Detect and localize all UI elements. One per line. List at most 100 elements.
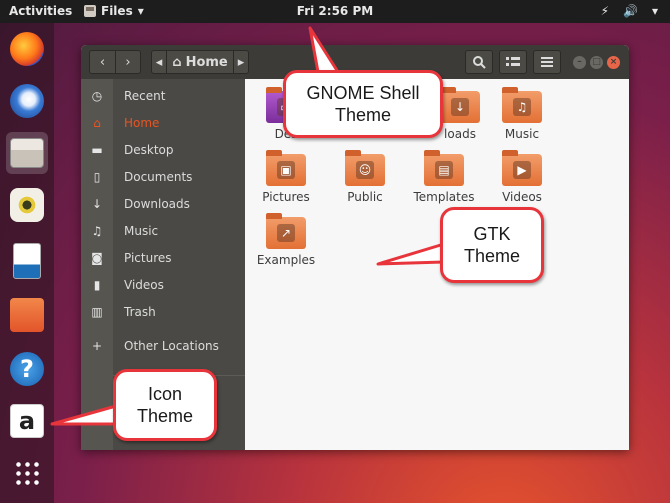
callout-text: Icon bbox=[147, 384, 183, 404]
sidebar-item-label: Trash bbox=[124, 305, 156, 319]
folder-icon: ↓ bbox=[440, 87, 480, 123]
software-launcher[interactable] bbox=[6, 294, 48, 336]
callout-text: Theme bbox=[136, 406, 194, 426]
clock-icon: ◷ bbox=[91, 89, 103, 103]
files-cabinet-icon bbox=[10, 138, 44, 168]
folder-icon: ▶ bbox=[502, 150, 542, 186]
view-toggle-button[interactable] bbox=[499, 50, 527, 74]
back-button[interactable]: ‹ bbox=[89, 50, 116, 74]
person-emblem-icon: ☺ bbox=[356, 161, 374, 179]
breadcrumb-scroll-right[interactable]: ▸ bbox=[233, 50, 249, 74]
sidebar-item-pictures[interactable]: ◙ Pictures bbox=[81, 247, 245, 269]
sidebar-item-documents[interactable]: ▯ Documents bbox=[81, 166, 245, 188]
system-tray[interactable]: ⚡ 🔊 ▾ bbox=[601, 4, 658, 18]
file-item-label: Templates bbox=[413, 190, 475, 204]
folder-icon: ▤ bbox=[424, 150, 464, 186]
close-button[interactable]: × bbox=[607, 56, 620, 69]
firefox-launcher[interactable] bbox=[6, 28, 48, 70]
speaker-icon bbox=[10, 188, 44, 222]
file-item-label: Music bbox=[504, 127, 540, 141]
file-item-label: Examples bbox=[256, 253, 316, 267]
file-item-label: Public bbox=[347, 190, 383, 204]
file-item-videos[interactable]: ▶ Videos bbox=[487, 150, 557, 204]
file-item-examples[interactable]: ↗ Examples bbox=[251, 213, 321, 267]
sidebar-item-other-locations[interactable]: + Other Locations bbox=[81, 335, 245, 357]
sidebar-item-label: Documents bbox=[124, 170, 193, 184]
file-item-pictures[interactable]: ▣ Pictures bbox=[251, 150, 321, 204]
trash-icon: ▥ bbox=[91, 305, 103, 319]
sidebar-item-label: Other Locations bbox=[124, 339, 219, 353]
sidebar-item-downloads[interactable]: ↓ Downloads bbox=[81, 193, 245, 215]
shopping-bag-icon bbox=[10, 298, 44, 332]
film-emblem-icon: ▶ bbox=[513, 161, 531, 179]
sidebar-item-home[interactable]: ⌂ Home bbox=[81, 112, 245, 134]
clock[interactable]: Fri 2:56 PM bbox=[0, 4, 670, 18]
forward-button[interactable]: › bbox=[115, 50, 141, 74]
sidebar-item-label: Music bbox=[124, 224, 159, 238]
rhythmbox-launcher[interactable] bbox=[6, 184, 48, 226]
plus-icon: + bbox=[91, 339, 103, 353]
volume-icon: 🔊 bbox=[623, 4, 638, 18]
search-button[interactable] bbox=[465, 50, 493, 74]
top-bar: Activities Files ▾ Fri 2:56 PM ⚡ 🔊 ▾ bbox=[0, 0, 670, 23]
search-icon bbox=[473, 56, 486, 69]
chevron-right-icon: › bbox=[125, 54, 131, 70]
breadcrumb-home[interactable]: ⌂ Home bbox=[166, 50, 234, 74]
download-emblem-icon: ↓ bbox=[451, 98, 469, 116]
file-item-music[interactable]: ♫ Music bbox=[487, 87, 557, 141]
gtk-theme-callout: GTK Theme bbox=[440, 207, 544, 283]
folder-icon: ♫ bbox=[502, 87, 542, 123]
file-item-label: Pictures bbox=[262, 190, 310, 204]
help-icon: ? bbox=[10, 352, 44, 386]
music-icon: ♫ bbox=[91, 224, 103, 238]
files-launcher[interactable] bbox=[6, 132, 48, 174]
sidebar-item-label: Home bbox=[124, 116, 160, 130]
callout-text: GTK bbox=[473, 224, 511, 244]
template-emblem-icon: ▤ bbox=[435, 161, 453, 179]
thunderbird-icon bbox=[10, 84, 44, 118]
maximize-icon: □ bbox=[592, 57, 601, 67]
video-icon: ▮ bbox=[93, 278, 101, 292]
breadcrumb-scroll-left[interactable]: ◂ bbox=[151, 50, 167, 74]
icon-theme-callout: Icon Theme bbox=[113, 369, 217, 441]
sidebar-item-label: Pictures bbox=[124, 251, 172, 265]
list-view-icon bbox=[506, 57, 520, 66]
picture-emblem-icon: ▣ bbox=[277, 161, 295, 179]
sidebar-item-recent[interactable]: ◷ Recent bbox=[81, 85, 245, 107]
sidebar-item-label: Videos bbox=[124, 278, 164, 292]
amazon-launcher[interactable]: a bbox=[6, 400, 48, 442]
show-applications-icon[interactable] bbox=[14, 460, 40, 486]
folder-icon: ▬ bbox=[91, 143, 103, 157]
dock: ? a bbox=[0, 23, 54, 503]
folder-icon: ↗ bbox=[266, 213, 306, 249]
folder-icon: ☺ bbox=[345, 150, 385, 186]
chevron-left-icon: ‹ bbox=[99, 54, 106, 70]
sidebar-item-desktop[interactable]: ▬ Desktop bbox=[81, 139, 245, 161]
firefox-icon bbox=[10, 32, 44, 66]
menu-button[interactable] bbox=[533, 50, 561, 74]
chevron-left-icon: ◂ bbox=[155, 54, 163, 70]
link-emblem-icon: ↗ bbox=[277, 224, 295, 242]
file-item-public[interactable]: ☺ Public bbox=[330, 150, 400, 204]
sidebar-item-videos[interactable]: ▮ Videos bbox=[81, 274, 245, 296]
file-item-label: Videos bbox=[502, 190, 542, 204]
help-launcher[interactable]: ? bbox=[6, 348, 48, 390]
file-item-templates[interactable]: ▤ Templates bbox=[409, 150, 479, 204]
close-icon: × bbox=[609, 57, 618, 67]
thunderbird-launcher[interactable] bbox=[6, 80, 48, 122]
breadcrumb-label: Home bbox=[185, 54, 228, 70]
camera-icon: ◙ bbox=[91, 251, 103, 265]
writer-launcher[interactable] bbox=[6, 240, 48, 282]
system-menu-arrow-icon: ▾ bbox=[651, 4, 658, 18]
callout-text: GNOME Shell bbox=[306, 83, 420, 103]
minimize-button[interactable]: – bbox=[573, 56, 586, 69]
amazon-icon: a bbox=[10, 404, 44, 438]
sidebar-item-music[interactable]: ♫ Music bbox=[81, 220, 245, 242]
home-icon: ⌂ bbox=[93, 116, 101, 130]
maximize-button[interactable]: □ bbox=[590, 56, 603, 69]
hamburger-icon bbox=[541, 57, 553, 67]
sidebar-item-label: Recent bbox=[124, 89, 166, 103]
sidebar-item-label: Desktop bbox=[124, 143, 174, 157]
folder-icon: ▣ bbox=[266, 150, 306, 186]
sidebar-item-trash[interactable]: ▥ Trash bbox=[81, 301, 245, 323]
